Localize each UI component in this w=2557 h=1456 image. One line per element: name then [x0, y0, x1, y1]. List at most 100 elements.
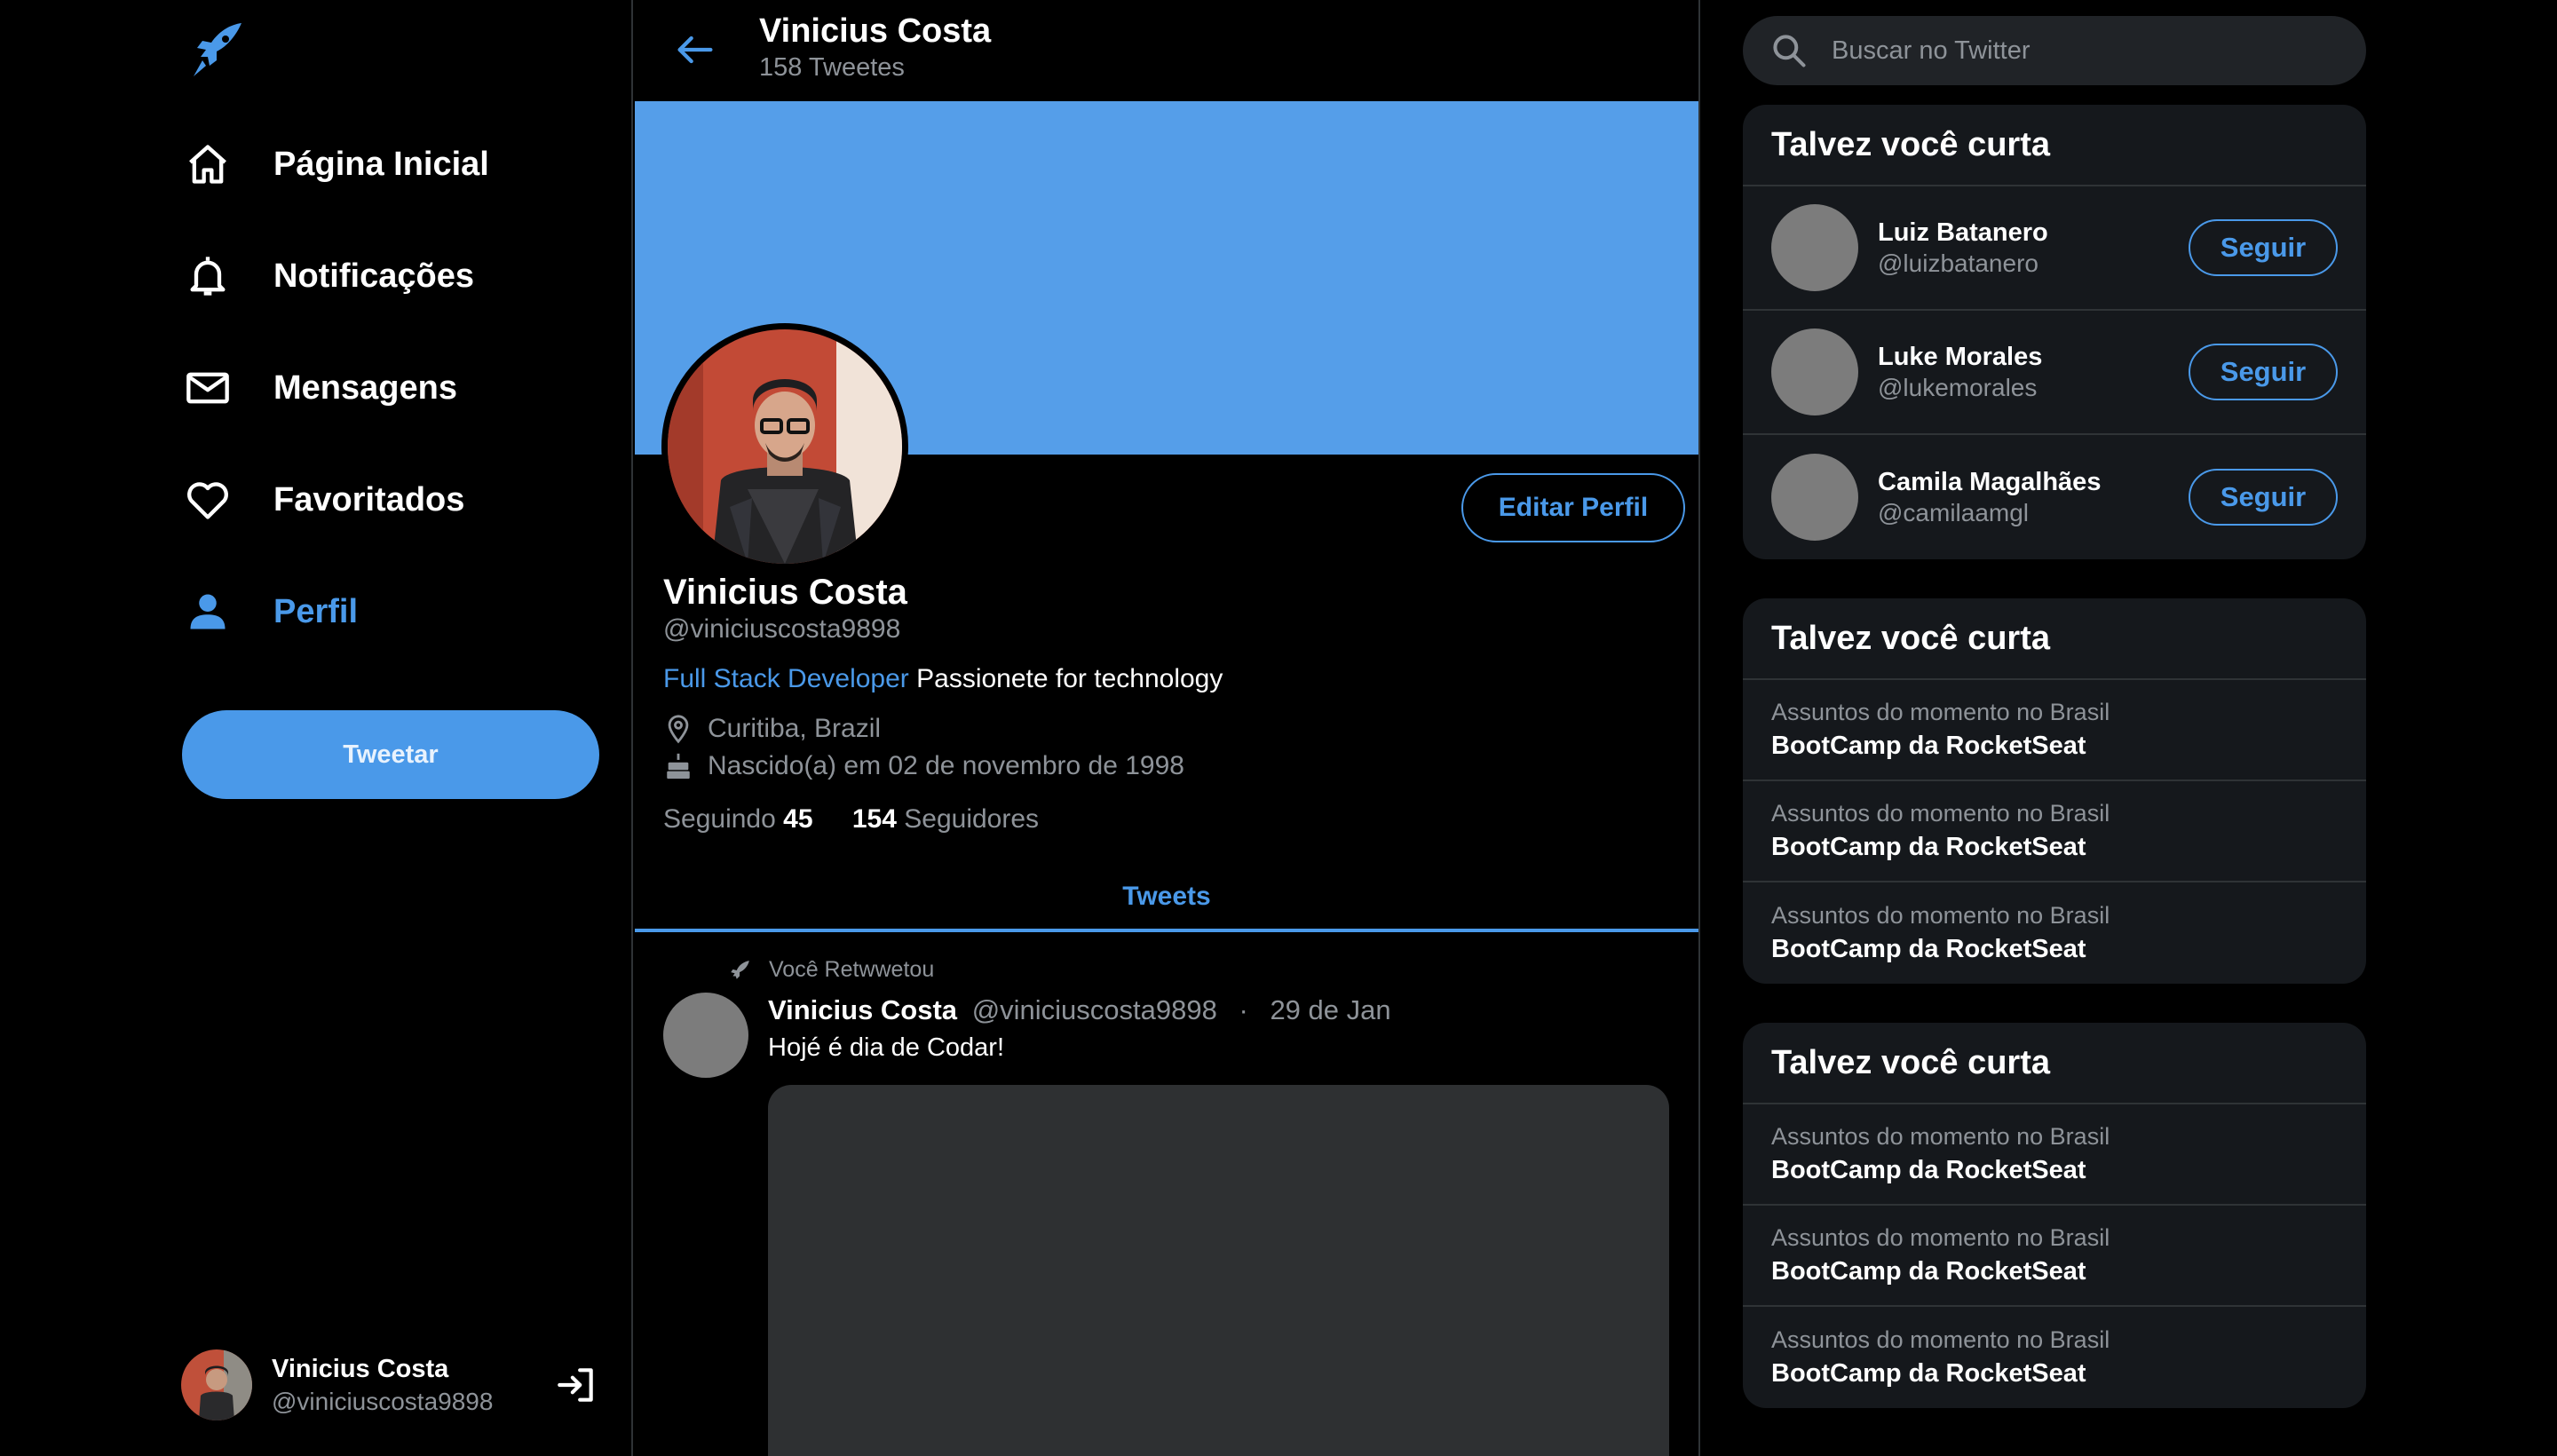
- avatar: [181, 1349, 252, 1420]
- suggestion-handle: @lukemorales: [1878, 373, 2038, 401]
- tweet-button[interactable]: Tweetar: [182, 710, 599, 799]
- avatar[interactable]: [663, 993, 748, 1078]
- card-title: Talvez você curta: [1743, 105, 2366, 186]
- trends-card: Talvez você curta Assuntos do momento no…: [1743, 598, 2366, 984]
- avatar: [1771, 204, 1858, 291]
- birthday-cake-icon: [667, 753, 690, 779]
- suggestion-name: Camila Magalhães: [1878, 467, 2102, 496]
- trend-context: Assuntos do momento no Brasil: [1771, 1224, 2110, 1251]
- edit-profile-button[interactable]: Editar Perfil: [1461, 473, 1685, 542]
- follow-button[interactable]: Seguir: [2189, 219, 2338, 276]
- logout-icon[interactable]: [554, 1363, 598, 1407]
- trend-title: BootCamp da RocketSeat: [1771, 833, 2086, 861]
- trend-context: Assuntos do momento no Brasil: [1771, 902, 2110, 929]
- suggestion-name: Luke Morales: [1878, 342, 2043, 371]
- trends-card: Talvez você curta Assuntos do momento no…: [1743, 1023, 2366, 1408]
- heart-icon: [183, 475, 233, 525]
- follow-button[interactable]: Seguir: [2189, 469, 2338, 526]
- follow-button[interactable]: Seguir: [2189, 344, 2338, 400]
- mail-icon: [183, 363, 233, 413]
- location-text: Curitiba, Brazil: [708, 714, 882, 743]
- nav-label-notifications: Notificações: [273, 257, 474, 295]
- back-arrow-icon[interactable]: [672, 27, 718, 73]
- tweet-text: Hojé é dia de Codar!: [768, 1033, 1004, 1062]
- trend-context: Assuntos do momento no Brasil: [1771, 1123, 2110, 1150]
- tab-tweets[interactable]: Tweets: [635, 861, 1698, 932]
- suggestion-handle: @camilaamgl: [1878, 498, 2030, 526]
- follow-suggestion[interactable]: Luiz Batanero @luizbatanero Seguir: [1743, 186, 2366, 311]
- bell-icon: [183, 251, 233, 301]
- profile-birthday: Nascido(a) em 02 de novembro de 1998: [663, 751, 1184, 781]
- trend-title: BootCamp da RocketSeat: [1771, 1359, 2086, 1388]
- trend-title: BootCamp da RocketSeat: [1771, 1257, 2086, 1286]
- suggestion-name: Luiz Batanero: [1878, 218, 2048, 247]
- trend-title: BootCamp da RocketSeat: [1771, 732, 2086, 760]
- follow-stats: Seguindo 45 154 Seguidores: [663, 804, 1039, 835]
- avatar: [1771, 328, 1858, 415]
- nav-label-favorites: Favoritados: [273, 480, 465, 518]
- bio-text: Passionete for technology: [916, 664, 1223, 693]
- follow-suggestion[interactable]: Camila Magalhães @camilaamgl Seguir: [1743, 435, 2366, 559]
- profile-handle: @viniciuscosta9898: [663, 614, 901, 644]
- trend-context: Assuntos do momento no Brasil: [1771, 800, 2110, 827]
- nav-label-profile: Perfil: [273, 592, 359, 630]
- trend-context: Assuntos do momento no Brasil: [1771, 699, 2110, 725]
- nav-item-notifications[interactable]: Notificações: [183, 245, 474, 307]
- tweet-handle: @viniciuscosta9898: [971, 994, 1217, 1025]
- trend-item[interactable]: Assuntos do momento no Brasil BootCamp d…: [1743, 781, 2366, 882]
- follow-suggestion[interactable]: Luke Morales @lukemorales Seguir: [1743, 311, 2366, 435]
- current-user-handle: @viniciuscosta9898: [272, 1387, 494, 1415]
- bio-tag[interactable]: Full Stack Developer: [663, 664, 909, 693]
- suggestion-handle: @luizbatanero: [1878, 249, 2038, 277]
- person-icon: [183, 587, 233, 637]
- profile-main: Vinicius Costa 158 Tweetes Editar Perfil…: [633, 0, 1700, 1456]
- rocket-logo-icon[interactable]: [190, 21, 243, 78]
- card-title: Talvez você curta: [1743, 598, 2366, 680]
- tab-indicator: [635, 929, 1698, 932]
- current-user[interactable]: Vinicius Costa @viniciuscosta9898: [181, 1349, 598, 1420]
- left-menu: Página Inicial Notificações Mensagens Fa…: [0, 0, 633, 1456]
- nav-label-messages: Mensagens: [273, 368, 457, 407]
- followers-stat[interactable]: 154 Seguidores: [852, 804, 1039, 834]
- rocket-retweet-icon: [731, 960, 749, 979]
- right-sidebar: Talvez você curta Luiz Batanero @luizbat…: [1700, 0, 2557, 1456]
- app: Página Inicial Notificações Mensagens Fa…: [0, 0, 2557, 1456]
- tweet-item[interactable]: Você Retwwetou Vinicius Costa @viniciusc…: [633, 948, 1698, 1456]
- trend-item[interactable]: Assuntos do momento no Brasil BootCamp d…: [1743, 680, 2366, 781]
- profile-name: Vinicius Costa: [663, 573, 907, 612]
- tweet-media[interactable]: [768, 1085, 1669, 1456]
- card-title: Talvez você curta: [1743, 1023, 2366, 1104]
- nav-item-messages[interactable]: Mensagens: [183, 357, 457, 419]
- following-stat[interactable]: Seguindo 45: [663, 804, 813, 834]
- search-icon: [1773, 35, 1806, 67]
- trend-title: BootCamp da RocketSeat: [1771, 1156, 2086, 1184]
- home-icon: [183, 139, 233, 189]
- trend-title: BootCamp da RocketSeat: [1771, 935, 2086, 963]
- who-to-follow-card: Talvez você curta Luiz Batanero @luizbat…: [1743, 105, 2366, 559]
- search-bar[interactable]: [1743, 16, 2366, 85]
- profile-bio: Full Stack Developer Passionete for tech…: [663, 664, 1223, 694]
- nav-item-profile[interactable]: Perfil: [183, 581, 358, 643]
- retweet-indicator: Você Retwwetou: [728, 957, 934, 983]
- search-input[interactable]: [1830, 35, 2331, 67]
- page-title: Vinicius Costa: [759, 12, 992, 50]
- trend-context: Assuntos do momento no Brasil: [1771, 1326, 2110, 1353]
- avatar: [1771, 454, 1858, 541]
- tweet-author[interactable]: Vinicius Costa: [768, 994, 957, 1025]
- nav-item-home[interactable]: Página Inicial: [183, 133, 489, 195]
- birthday-text: Nascido(a) em 02 de novembro de 1998: [708, 751, 1184, 780]
- tweet-date: 29 de Jan: [1270, 994, 1391, 1025]
- trend-item[interactable]: Assuntos do momento no Brasil BootCamp d…: [1743, 1104, 2366, 1206]
- tweet-header: Vinicius Costa @viniciuscosta9898 · 29 d…: [768, 994, 1391, 1025]
- profile-avatar[interactable]: [661, 323, 908, 570]
- profile-location: Curitiba, Brazil: [663, 714, 881, 744]
- nav-item-favorites[interactable]: Favoritados: [183, 469, 464, 531]
- current-user-name: Vinicius Costa: [272, 1354, 449, 1383]
- profile-header: Vinicius Costa 158 Tweetes: [633, 0, 1698, 99]
- tweet-count: 158 Tweetes: [759, 53, 905, 82]
- trend-item[interactable]: Assuntos do momento no Brasil BootCamp d…: [1743, 1206, 2366, 1307]
- nav-label-home: Página Inicial: [273, 145, 489, 183]
- trend-item[interactable]: Assuntos do momento no Brasil BootCamp d…: [1743, 882, 2366, 984]
- trend-item[interactable]: Assuntos do momento no Brasil BootCamp d…: [1743, 1307, 2366, 1408]
- location-pin-icon: [668, 715, 689, 744]
